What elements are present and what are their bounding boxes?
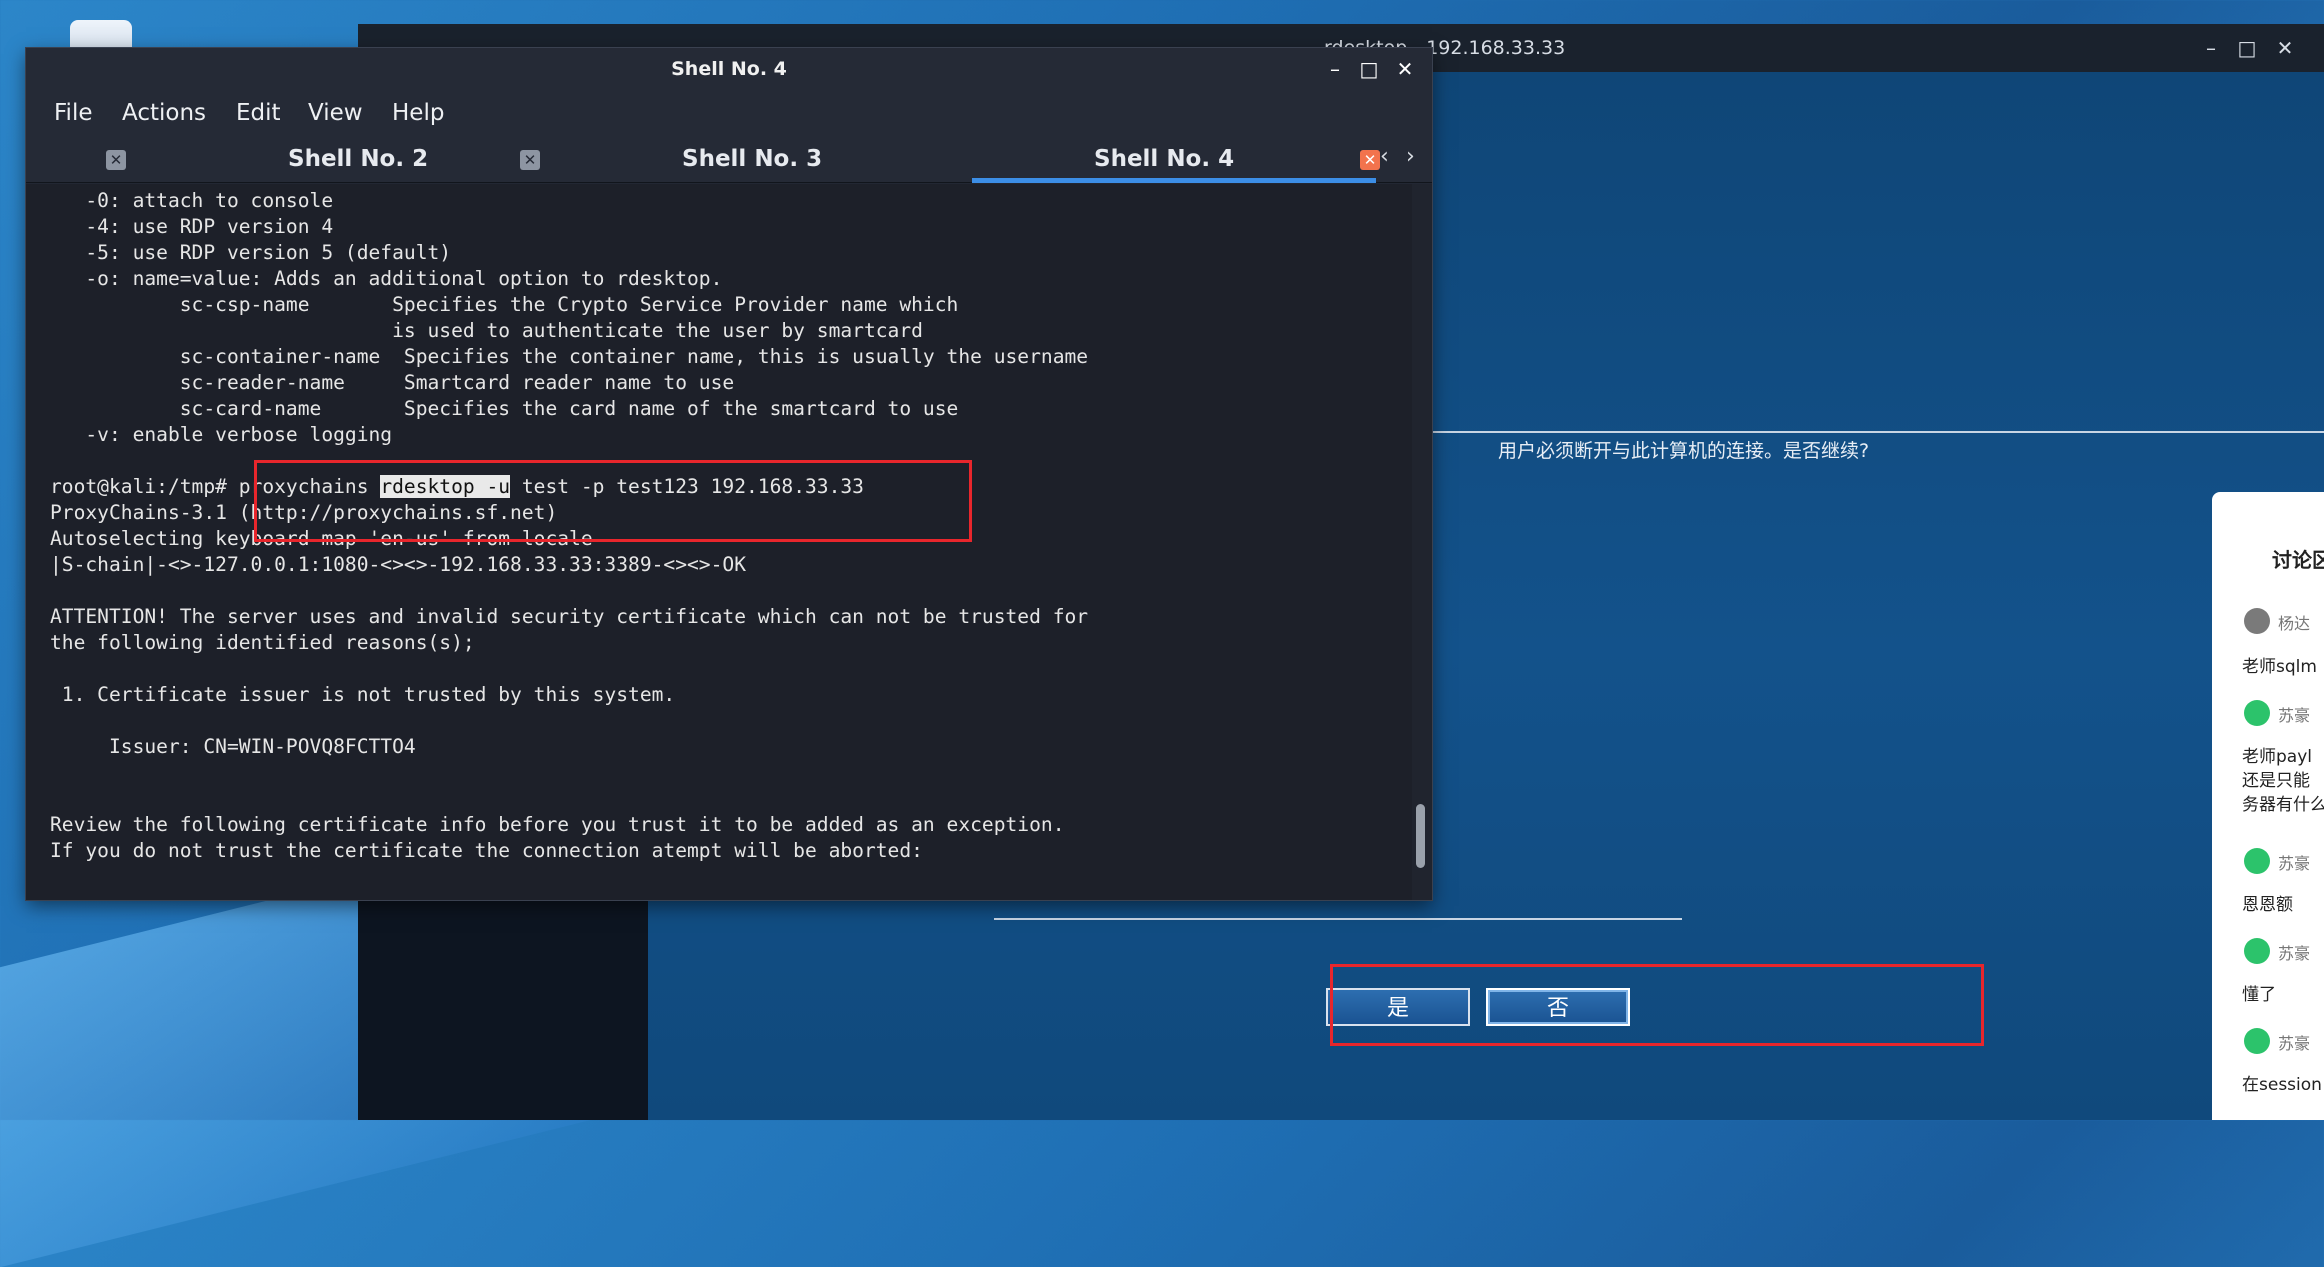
tab-label: Shell No. 3 bbox=[682, 146, 823, 172]
annotation-box-buttons bbox=[1330, 964, 1984, 1046]
output-line: the following identified reasons(s); bbox=[50, 631, 475, 654]
close-icon[interactable]: ✕ bbox=[1360, 150, 1380, 170]
dialog-divider-bottom bbox=[994, 918, 1682, 920]
chat-message: 还是只能 bbox=[2242, 771, 2310, 791]
output-line: sc-container-name Specifies the containe… bbox=[50, 345, 1089, 368]
avatar bbox=[2244, 700, 2270, 726]
chevron-left-icon[interactable]: ‹ bbox=[1380, 144, 1389, 169]
avatar bbox=[2244, 1028, 2270, 1054]
avatar bbox=[2244, 938, 2270, 964]
output-line: -5: use RDP version 5 (default) bbox=[50, 241, 452, 264]
output-line: sc-card-name Specifies the card name of … bbox=[50, 397, 959, 420]
maximize-button[interactable]: □ bbox=[2232, 34, 2262, 62]
close-button[interactable]: ✕ bbox=[1392, 56, 1418, 82]
scroll-thumb[interactable] bbox=[1416, 804, 1425, 868]
output-line: -v: enable verbose logging bbox=[50, 423, 393, 446]
tab-shell-2[interactable]: ✕ Shell No. 2 bbox=[106, 138, 516, 182]
output-line: -4: use RDP version 4 bbox=[50, 215, 334, 238]
tab-shell-4[interactable]: Shell No. 4 ✕ bbox=[932, 138, 1388, 182]
active-tab-indicator bbox=[972, 178, 1376, 183]
output-line: If you do not trust the certificate the … bbox=[50, 839, 923, 862]
minimize-button[interactable]: – bbox=[2196, 34, 2226, 62]
avatar bbox=[2244, 608, 2270, 634]
chat-message: 懂了 bbox=[2242, 985, 2276, 1005]
chat-message: 恩恩额 bbox=[2242, 895, 2293, 915]
output-line: Review the following certificate info be… bbox=[50, 813, 1065, 836]
output-line: -o: name=value: Adds an additional optio… bbox=[50, 267, 723, 290]
chat-author: 苏豪 bbox=[2278, 1034, 2311, 1053]
output-line: ATTENTION! The server uses and invalid s… bbox=[50, 605, 1089, 628]
output-line: 1. Certificate issuer is not trusted by … bbox=[50, 683, 676, 706]
menu-actions[interactable]: Actions bbox=[122, 100, 206, 126]
dialog-message: 用户必须断开与此计算机的连接。是否继续? bbox=[1498, 440, 1870, 462]
chat-message: 老师sqlm bbox=[2242, 657, 2317, 677]
output-line: |S-chain|-<>-127.0.0.1:1080-<><>-192.168… bbox=[50, 553, 746, 576]
close-icon[interactable]: ✕ bbox=[106, 150, 126, 170]
output-line: sc-csp-name Specifies the Crypto Service… bbox=[50, 293, 959, 316]
tab-label: Shell No. 4 bbox=[1094, 146, 1235, 172]
terminal-titlebar[interactable]: Shell No. 4 – □ ✕ bbox=[26, 48, 1432, 92]
shell-prompt: root@kali:/tmp# bbox=[50, 475, 239, 498]
chat-message: 务器有什么 bbox=[2242, 795, 2324, 815]
avatar bbox=[2244, 848, 2270, 874]
tab-shell-3[interactable]: ✕ Shell No. 3 bbox=[520, 138, 930, 182]
chat-author: 苏豪 bbox=[2278, 706, 2311, 725]
menu-file[interactable]: File bbox=[54, 100, 93, 126]
output-line: Issuer: CN=WIN-POVQ8FCTTO4 bbox=[50, 735, 416, 758]
chat-title: 讨论区 bbox=[2272, 548, 2324, 572]
menu-edit[interactable]: Edit bbox=[236, 100, 281, 126]
scrollbar[interactable] bbox=[1412, 184, 1432, 900]
tab-label: Shell No. 2 bbox=[288, 146, 429, 172]
chat-author: 苏豪 bbox=[2278, 944, 2311, 963]
annotation-box-command bbox=[254, 460, 972, 542]
close-icon[interactable]: ✕ bbox=[520, 150, 540, 170]
minimize-button[interactable]: – bbox=[1322, 56, 1348, 82]
terminal-title: Shell No. 4 bbox=[671, 58, 787, 80]
chat-panel: 讨论区 杨达 老师sqlm 苏豪 老师payl 还是只能 务器有什么 苏豪 恩恩… bbox=[2212, 492, 2324, 1120]
output-line: is used to authenticate the user by smar… bbox=[50, 319, 923, 342]
chat-message: 在session bbox=[2242, 1075, 2322, 1095]
terminal-output[interactable]: -0: attach to console -4: use RDP versio… bbox=[26, 184, 1412, 900]
terminal-window: Shell No. 4 – □ ✕ File Actions Edit View… bbox=[26, 48, 1432, 900]
output-line: -0: attach to console bbox=[50, 189, 334, 212]
menu-help[interactable]: Help bbox=[392, 100, 444, 126]
chat-author: 苏豪 bbox=[2278, 854, 2311, 873]
chat-author: 杨达 bbox=[2278, 614, 2311, 633]
chat-message: 老师payl bbox=[2242, 747, 2312, 767]
close-button[interactable]: ✕ bbox=[2270, 34, 2300, 62]
output-line: sc-reader-name Smartcard reader name to … bbox=[50, 371, 735, 394]
maximize-button[interactable]: □ bbox=[1356, 56, 1382, 82]
chevron-right-icon[interactable]: › bbox=[1406, 144, 1415, 169]
menu-view[interactable]: View bbox=[308, 100, 363, 126]
